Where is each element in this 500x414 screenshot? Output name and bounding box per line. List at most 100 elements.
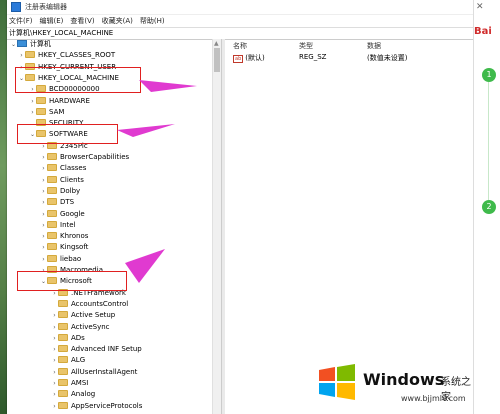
chevron-right-icon[interactable]: › — [51, 333, 58, 344]
tree-item[interactable]: › Google — [40, 209, 85, 220]
chevron-right-icon[interactable]: › — [40, 231, 47, 242]
value-row[interactable]: ab (默认) — [233, 53, 265, 63]
menu-view[interactable]: 查看(V) — [70, 16, 94, 26]
folder-icon — [47, 153, 57, 160]
column-data[interactable]: 数据 — [367, 41, 381, 51]
annotation-arrow-1 — [139, 80, 197, 92]
tree-item-label: Analog — [71, 390, 96, 399]
column-name[interactable]: 名称 — [233, 41, 247, 51]
folder-icon — [47, 254, 57, 262]
tree-item-label: SAM — [49, 107, 65, 116]
tree-item[interactable]: › SAM — [29, 107, 64, 118]
tree-item-label: DTS — [60, 198, 75, 207]
folder-icon — [58, 322, 68, 330]
tree-item[interactable]: › liebao — [40, 254, 81, 265]
folder-icon — [47, 243, 57, 251]
tree-item-label: HARDWARE — [49, 96, 90, 105]
step-connector — [488, 82, 489, 200]
chevron-right-icon[interactable]: › — [40, 197, 47, 208]
chevron-right-icon[interactable]: › — [51, 322, 58, 333]
menu-favorites[interactable]: 收藏夹(A) — [102, 16, 133, 26]
menu-file[interactable]: 文件(F) — [9, 16, 33, 26]
folder-icon — [58, 401, 68, 409]
title-bar: 注册表编辑器 — [7, 0, 473, 15]
tree-item[interactable]: ⌄ 计算机 — [10, 39, 51, 50]
chevron-down-icon[interactable]: ⌄ — [10, 39, 17, 50]
folder-icon — [58, 299, 68, 307]
tree-item[interactable]: › Classes — [40, 163, 86, 174]
chevron-right-icon[interactable]: › — [40, 163, 47, 174]
watermark-site: www.bjjmlv.com — [401, 394, 466, 403]
tree-item[interactable]: › AppServiceProtocols — [51, 401, 142, 412]
tree-item[interactable]: AccountsControl — [51, 299, 128, 310]
chevron-right-icon[interactable]: › — [40, 242, 47, 253]
folder-icon — [25, 51, 35, 59]
window-title: 注册表编辑器 — [25, 3, 67, 11]
scrollbar-thumb[interactable] — [214, 48, 220, 72]
chevron-right-icon[interactable]: › — [29, 107, 36, 118]
menu-bar: 文件(F) 编辑(E) 查看(V) 收藏夹(A) 帮助(H) — [7, 15, 473, 27]
chevron-right-icon[interactable]: › — [51, 344, 58, 355]
folder-icon — [58, 345, 68, 353]
chevron-right-icon[interactable]: › — [51, 310, 58, 321]
chevron-right-icon[interactable]: › — [40, 220, 47, 231]
chevron-right-icon[interactable]: › — [51, 367, 58, 378]
tree-item-label: Classes — [60, 164, 87, 173]
step-1-badge: 1 — [482, 68, 496, 82]
scroll-up-icon[interactable]: ▲ — [214, 40, 219, 47]
column-type[interactable]: 类型 — [299, 41, 313, 51]
tree-item[interactable]: › Analog — [51, 389, 95, 400]
close-icon[interactable]: ✕ — [476, 2, 484, 12]
tree-item-label: AMSI — [71, 379, 89, 387]
tree-item[interactable]: › Kingsoft — [40, 242, 88, 253]
folder-icon — [47, 186, 57, 194]
tree-item[interactable]: › Clients — [40, 175, 84, 186]
tree-item[interactable]: › BrowserCapabilities — [40, 152, 129, 163]
tree-item[interactable]: › ActiveSync — [51, 322, 110, 333]
tree-item-label: Advanced INF Setup — [71, 345, 142, 354]
chevron-right-icon[interactable]: › — [40, 209, 47, 220]
regedit-window: 注册表编辑器 文件(F) 编辑(E) 查看(V) 收藏夹(A) 帮助(H) 计算… — [7, 0, 473, 414]
value-type: REG_SZ — [299, 53, 327, 61]
tree-item[interactable]: › ADs — [51, 333, 85, 344]
chevron-right-icon[interactable]: › — [40, 175, 47, 186]
tree-item-label: Khronos — [60, 232, 89, 241]
menu-help[interactable]: 帮助(H) — [140, 16, 165, 26]
chevron-right-icon[interactable]: › — [51, 378, 58, 389]
tree-item[interactable]: › AMSI — [51, 378, 88, 389]
tree-item[interactable]: › HARDWARE — [29, 96, 90, 107]
tree-item-label: ALG — [71, 356, 86, 365]
tree-item[interactable]: › Dolby — [40, 186, 80, 197]
tree-item-label: HKEY_CLASSES_ROOT — [38, 51, 116, 60]
tree-item[interactable]: › Active Setup — [51, 310, 115, 321]
folder-icon — [58, 311, 68, 319]
chevron-right-icon[interactable]: › — [29, 96, 36, 107]
tree-item-label: ActiveSync — [71, 322, 110, 331]
tree-item[interactable]: › HKEY_CLASSES_ROOT — [18, 50, 115, 61]
watermark-brand: Windows — [363, 370, 445, 389]
tree-item-label: Active Setup — [71, 311, 116, 320]
chevron-right-icon[interactable]: › — [18, 50, 25, 61]
folder-icon — [58, 333, 68, 341]
menu-edit[interactable]: 编辑(E) — [40, 16, 64, 26]
chevron-right-icon[interactable]: › — [40, 186, 47, 197]
tree-item[interactable]: › Intel — [40, 220, 76, 231]
folder-icon — [58, 356, 68, 364]
value-data: (数值未设置) — [367, 54, 408, 62]
baidu-logo: Bai — [474, 26, 492, 37]
chevron-right-icon[interactable]: › — [51, 389, 58, 400]
tree-item[interactable]: › DTS — [40, 197, 74, 208]
watermark: Windows 系统之家 www.bjjmlv.com — [307, 356, 473, 414]
chevron-right-icon[interactable]: › — [51, 355, 58, 366]
folder-icon — [36, 96, 46, 104]
chevron-right-icon[interactable]: › — [40, 152, 47, 163]
tree-item[interactable]: › Advanced INF Setup — [51, 344, 142, 355]
tree-item[interactable]: › AllUserInstallAgent — [51, 367, 137, 378]
tree-item[interactable]: › Khronos — [40, 231, 88, 242]
chevron-right-icon[interactable]: › — [40, 254, 47, 265]
chevron-right-icon[interactable]: › — [51, 401, 58, 412]
folder-icon — [58, 379, 68, 386]
value-name: (默认) — [245, 54, 265, 62]
tree-item[interactable]: › ALG — [51, 355, 85, 366]
tree-item-label: ADs — [71, 333, 85, 342]
